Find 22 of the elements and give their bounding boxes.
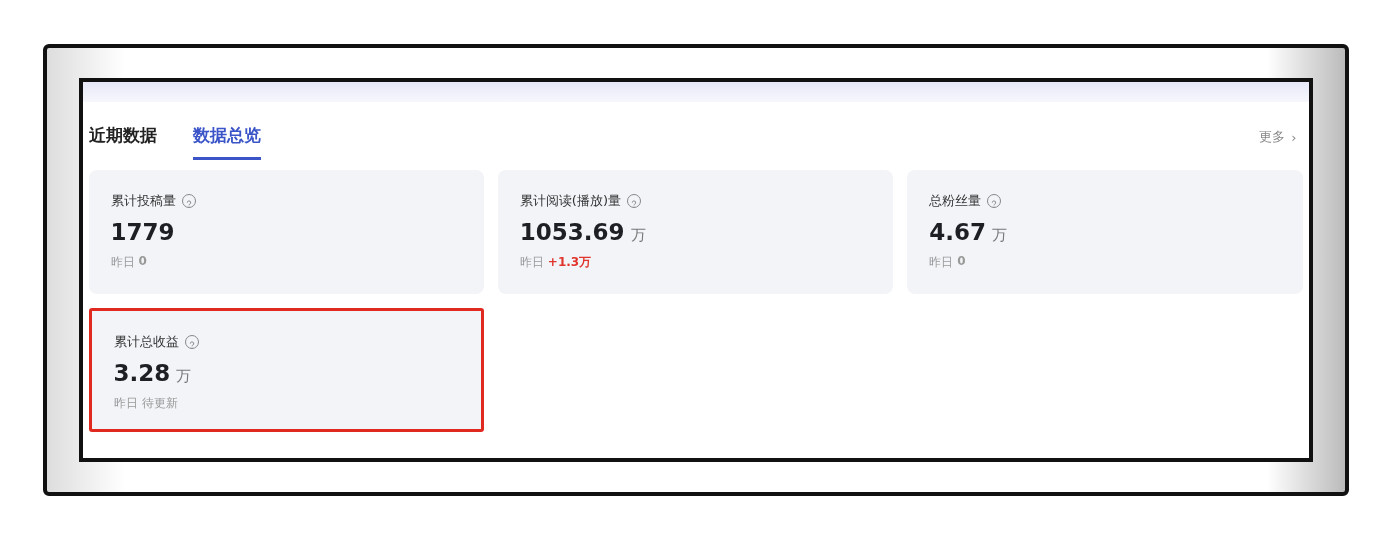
tab[interactable]: 近期数据 [88, 124, 157, 160]
yesterday-value: 待更新 [141, 395, 178, 412]
stat-title: 累计投稿量 [110, 192, 176, 210]
yesterday-value: +1.3万 [547, 254, 592, 271]
stat-unit: 万 [630, 226, 646, 245]
yesterday-label: 昨日 [110, 254, 135, 271]
yesterday-label: 昨日 [113, 395, 138, 412]
tab[interactable]: 数据总览 [192, 124, 261, 160]
stat-unit: 万 [176, 367, 192, 386]
more-link[interactable]: 更多 › [1259, 128, 1297, 156]
stat-title: 总粉丝量 [929, 192, 982, 210]
stat-title: 累计总收益 [113, 333, 179, 351]
yesterday-label: 昨日 [929, 254, 954, 271]
stat-value: 1053.69 [519, 219, 625, 245]
yesterday-label: 昨日 [519, 254, 544, 271]
stat-title: 累计阅读(播放)量 [519, 192, 621, 210]
stat-value: 4.67 [929, 219, 986, 245]
stat-value: 1779 [110, 219, 175, 245]
stat-value: 3.28 [113, 360, 171, 386]
stat-unit: 万 [991, 226, 1007, 245]
yesterday-value: 0 [138, 254, 147, 270]
yesterday-value: 0 [957, 254, 966, 270]
